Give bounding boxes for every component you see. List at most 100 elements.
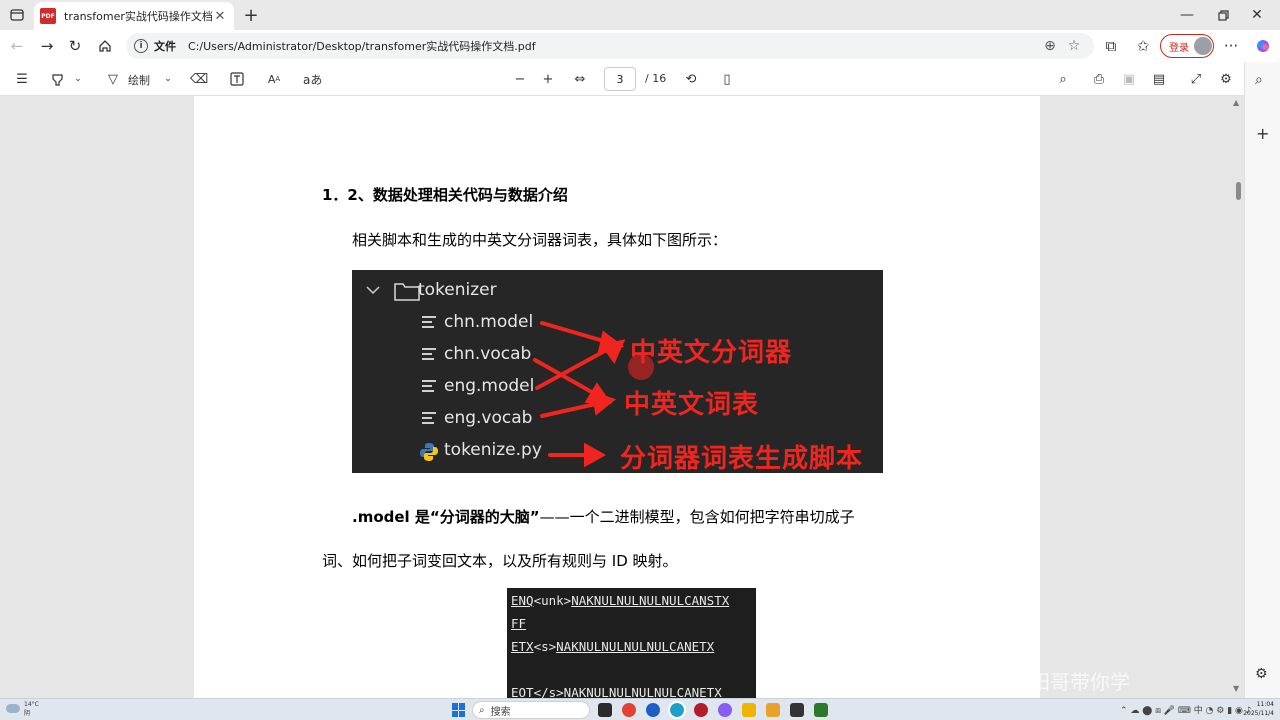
side-add-icon[interactable]: + bbox=[1256, 124, 1269, 143]
control-char: FF bbox=[511, 616, 527, 631]
login-button[interactable]: 登录 bbox=[1160, 34, 1214, 58]
app-icon[interactable] bbox=[814, 703, 828, 717]
contents-list-icon[interactable]: ☰ bbox=[12, 68, 32, 90]
token-text: <s> bbox=[533, 639, 557, 654]
browser-tab[interactable]: PDF transfomer实战代码操作文档.pdf ✕ bbox=[34, 2, 234, 30]
file-lines-icon bbox=[422, 316, 436, 328]
binary-model-figure: ENQ<unk>NAKNULNULNULNULCANSTX FF ETX<s>N… bbox=[507, 588, 756, 698]
side-settings-icon[interactable]: ⚙ bbox=[1255, 666, 1268, 682]
extensions-icon[interactable]: ⧉ bbox=[1098, 34, 1124, 58]
url-text[interactable]: C:/Users/Administrator/Desktop/transfome… bbox=[188, 38, 1038, 54]
control-chars: NAKNULNULNULNULCANSTX bbox=[571, 593, 730, 608]
highlight-icon[interactable] bbox=[48, 68, 66, 90]
model-bold-text: .model 是“分词器的大脑” bbox=[352, 508, 540, 526]
browser-side-panel: ⌕ + ⚙ bbox=[1244, 62, 1280, 698]
search-icon: ⌕ bbox=[479, 704, 485, 716]
weather-temp: 14°C bbox=[24, 701, 39, 708]
model-desc-text: ——一个二进制模型，包含如何把字符串切成子 bbox=[539, 508, 855, 526]
app-icon[interactable] bbox=[694, 703, 708, 717]
close-window-icon[interactable]: ✕ bbox=[1234, 0, 1280, 30]
address-bar[interactable]: i 文件 C:/Users/Administrator/Desktop/tran… bbox=[126, 33, 1094, 59]
weather-widget[interactable]: 14°C 阴 bbox=[24, 700, 39, 718]
text-box-icon[interactable] bbox=[228, 68, 246, 90]
clock[interactable]: 11:04 2025/11/4 bbox=[1238, 700, 1274, 718]
terminal-icon[interactable] bbox=[790, 703, 804, 717]
taskbar-search[interactable]: ⌕ 搜索 bbox=[472, 701, 590, 719]
forward-arrow-icon[interactable]: → bbox=[34, 34, 60, 58]
save-as-icon[interactable]: ▤ bbox=[1150, 68, 1168, 90]
draw-dropdown-chevron-icon[interactable]: ⌄ bbox=[162, 68, 174, 90]
tab-title: transfomer实战代码操作文档.pdf bbox=[64, 10, 212, 23]
app-icon[interactable] bbox=[718, 703, 732, 717]
code-line: EOT</s>NAKNULNULNULNULCANETX bbox=[511, 685, 722, 698]
label-script: 分词器词表生成脚本 bbox=[620, 444, 864, 474]
clock-date: 2025/11/4 bbox=[1243, 710, 1274, 717]
app-icon[interactable] bbox=[646, 703, 660, 717]
code-line: ETX<s>NAKNULNULNULNULCANETX bbox=[511, 638, 752, 661]
rotate-icon[interactable]: ⟲ bbox=[682, 68, 700, 90]
fit-width-icon[interactable]: ⇔ bbox=[571, 68, 589, 90]
read-aloud-icon[interactable]: aあ bbox=[303, 71, 322, 93]
close-tab-icon[interactable]: ✕ bbox=[212, 9, 228, 24]
text-format-icon[interactable]: AA bbox=[264, 68, 284, 90]
scroll-down-arrow-icon[interactable]: ▼ bbox=[1233, 684, 1239, 693]
side-search-icon[interactable]: ⌕ bbox=[1255, 72, 1263, 88]
favorites-icon[interactable]: ✩ bbox=[1130, 34, 1156, 58]
more-menu-icon[interactable]: ··· bbox=[1218, 34, 1244, 58]
tokenizer-figure: tokenizer chn.model chn.vocab eng.model … bbox=[352, 270, 883, 474]
new-tab-plus-icon[interactable]: + bbox=[240, 4, 262, 26]
print-icon[interactable]: ⎙ bbox=[1090, 68, 1108, 90]
system-tray[interactable]: ⌃ ☁ ⬤ ⧈ 🎤 ⌨ 中 ◔ ⚙ ▮ ◉ ♪ bbox=[1120, 703, 1251, 716]
save-icon[interactable]: ▣ bbox=[1120, 68, 1138, 90]
home-icon[interactable] bbox=[92, 34, 118, 58]
file-chn-model: chn.model bbox=[444, 312, 534, 332]
zoom-in-icon[interactable]: + bbox=[540, 68, 556, 90]
page-number-input[interactable]: 3 bbox=[604, 67, 636, 91]
control-char: ETX bbox=[511, 639, 534, 654]
section-heading: 1．2、数据处理相关代码与数据介绍 bbox=[322, 186, 568, 204]
highlight-dropdown-chevron-icon[interactable]: ⌄ bbox=[72, 68, 84, 90]
page-total: / 16 bbox=[645, 72, 667, 85]
zoom-icon[interactable]: ⊕ bbox=[1038, 38, 1062, 54]
task-view-icon[interactable] bbox=[598, 703, 612, 717]
login-label: 登录 bbox=[1169, 42, 1189, 54]
folder-name: tokenizer bbox=[418, 280, 497, 300]
paragraph-model-cont: 词、如何把子词变回文本，以及所有规则与 ID 映射。 bbox=[322, 552, 678, 570]
refresh-icon[interactable]: ↻ bbox=[62, 34, 88, 58]
address-scheme-label: 文件 bbox=[154, 40, 176, 53]
draw-pen-icon[interactable]: ▽ bbox=[104, 68, 122, 90]
tab-actions-icon[interactable] bbox=[6, 4, 28, 26]
start-windows-icon[interactable] bbox=[452, 703, 466, 717]
file-lines-icon bbox=[422, 348, 436, 360]
expand-icon[interactable]: ⤢ bbox=[1187, 68, 1205, 90]
file-explorer-icon[interactable] bbox=[742, 703, 756, 717]
zoom-out-icon[interactable]: − bbox=[512, 68, 528, 90]
search-icon[interactable]: ⌕ bbox=[1054, 68, 1072, 90]
pdf-viewport[interactable]: 1．2、数据处理相关代码与数据介绍 相关脚本和生成的中英文分词器词表，具体如下图… bbox=[0, 96, 1244, 698]
label-tokenizer: 中英文分词器 bbox=[630, 338, 793, 368]
back-arrow-icon[interactable]: ← bbox=[4, 34, 30, 58]
settings-gear-icon[interactable]: ⚙ bbox=[1217, 68, 1235, 90]
eraser-icon[interactable]: ⌫ bbox=[190, 68, 208, 90]
copilot-icon[interactable] bbox=[1250, 34, 1276, 58]
site-info-icon[interactable]: i bbox=[134, 39, 148, 53]
favorite-star-icon[interactable]: ☆ bbox=[1062, 38, 1086, 54]
app-icon[interactable] bbox=[766, 703, 780, 717]
control-chars: NAKNULNULNULNULCANETX bbox=[556, 639, 715, 654]
file-eng-model: eng.model bbox=[444, 376, 535, 396]
control-char: ENQ bbox=[511, 593, 534, 608]
avatar bbox=[1194, 37, 1212, 55]
paragraph-model: .model 是“分词器的大脑”——一个二进制模型，包含如何把字符串切成子 bbox=[352, 506, 855, 527]
pdf-page: 1．2、数据处理相关代码与数据介绍 相关脚本和生成的中英文分词器词表，具体如下图… bbox=[194, 96, 1040, 698]
page-view-icon[interactable]: ▯ bbox=[718, 68, 736, 90]
token-text: <unk> bbox=[533, 593, 572, 608]
code-line: FF bbox=[511, 615, 752, 638]
edge-icon[interactable] bbox=[668, 701, 686, 719]
scrollbar-thumb[interactable] bbox=[1236, 182, 1241, 200]
scroll-up-arrow-icon[interactable]: ▲ bbox=[1233, 98, 1239, 107]
chrome-icon[interactable] bbox=[622, 703, 636, 717]
draw-label[interactable]: 绘制 bbox=[128, 72, 150, 94]
weather-desc: 阴 bbox=[24, 710, 31, 717]
tab-bar: PDF transfomer实战代码操作文档.pdf ✕ + — ✕ bbox=[0, 0, 1280, 30]
